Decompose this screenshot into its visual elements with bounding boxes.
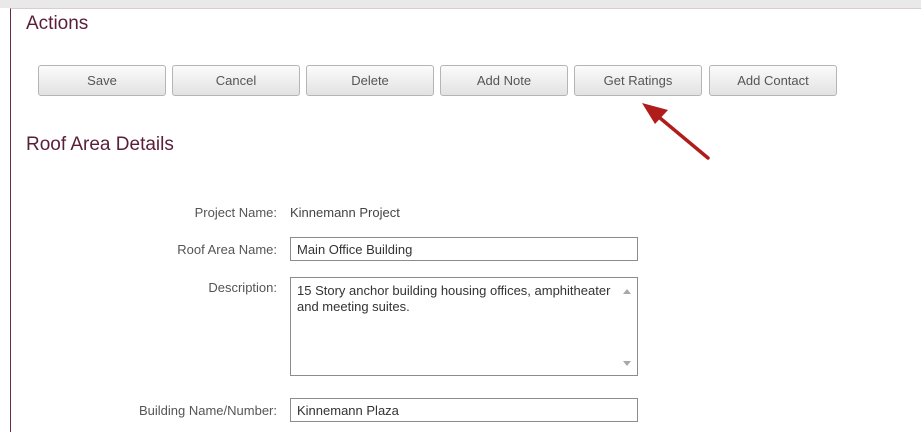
actions-heading: Actions: [26, 13, 89, 34]
save-button[interactable]: Save: [38, 65, 166, 96]
scroll-up-arrow-icon[interactable]: [623, 289, 631, 294]
description-scrollbar[interactable]: [619, 278, 637, 375]
top-bar: [0, 0, 921, 8]
roof-area-name-label: Roof Area Name:: [177, 242, 277, 257]
cancel-button[interactable]: Cancel: [172, 65, 300, 96]
delete-button[interactable]: Delete: [306, 65, 434, 96]
get-ratings-button[interactable]: Get Ratings: [574, 65, 702, 96]
building-name-input[interactable]: [290, 398, 638, 422]
building-name-label: Building Name/Number:: [138, 403, 277, 418]
add-note-button[interactable]: Add Note: [440, 65, 568, 96]
scroll-down-arrow-icon[interactable]: [623, 361, 631, 366]
description-field[interactable]: 15 Story anchor building housing offices…: [290, 277, 638, 376]
project-name-value: Kinnemann Project: [290, 205, 400, 220]
roof-area-details-heading: Roof Area Details: [26, 134, 174, 155]
description-textarea[interactable]: 15 Story anchor building housing offices…: [291, 278, 619, 375]
description-label: Description:: [208, 280, 277, 295]
project-name-label: Project Name:: [194, 205, 277, 220]
add-contact-button[interactable]: Add Contact: [709, 65, 837, 96]
roof-area-name-input[interactable]: [290, 237, 638, 261]
